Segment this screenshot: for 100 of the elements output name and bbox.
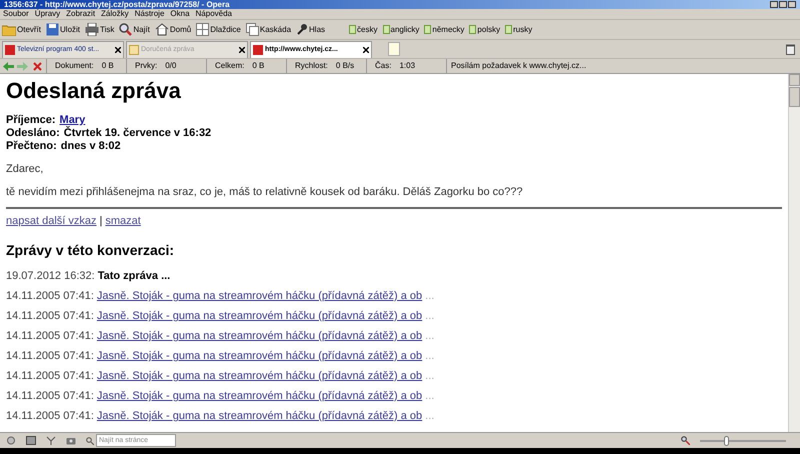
message-link[interactable]: Jasně. Stoják - guma na streamrovém háčku (přídavná zátěž) a ob bbox=[96, 290, 422, 303]
panel-icon[interactable] bbox=[6, 436, 16, 445]
zoom-slider[interactable] bbox=[700, 436, 786, 446]
progress-value: 0 B/s bbox=[336, 60, 354, 72]
message-link[interactable]: Jasně. Stoják - guma na streamrovém háčku (přídavná zátěž) a ob bbox=[96, 370, 422, 383]
section-heading: Zprávy v této konverzaci: bbox=[6, 241, 176, 260]
meta-value: Čtvrtek 19. července v 16:32 bbox=[64, 127, 212, 140]
stop-icon[interactable] bbox=[33, 62, 42, 70]
network-icon[interactable] bbox=[46, 436, 56, 445]
translate-button[interactable]: anglicky bbox=[382, 24, 420, 36]
message-text: tě nevidím mezi přihlášenejma na sraz, co je, máš to relativně kousek od baráku. Děláš Zagorku bo co??? bbox=[6, 186, 524, 199]
action-link[interactable]: smazat bbox=[105, 215, 141, 228]
ellipsis: ... bbox=[425, 390, 434, 403]
back-arrow-icon[interactable] bbox=[3, 62, 14, 70]
toolbar-button[interactable]: Najít bbox=[119, 23, 150, 36]
status-message: Posílám požadavek k www.chytej.cz... bbox=[446, 59, 590, 73]
progress-value: 0 B bbox=[252, 60, 264, 72]
ellipsis: ... bbox=[425, 330, 434, 343]
trash-icon[interactable] bbox=[786, 44, 795, 55]
ellipsis: ... bbox=[425, 310, 434, 323]
window-controls[interactable] bbox=[770, 1, 796, 8]
page-icon bbox=[129, 45, 139, 55]
message-date: 14.11.2005 07:41: bbox=[6, 410, 94, 423]
meta-label: Odesláno: bbox=[6, 127, 60, 140]
menu-item[interactable]: Soubor bbox=[3, 9, 29, 19]
message-date: 19.07.2012 16:32: bbox=[6, 270, 95, 283]
page-icon bbox=[253, 45, 263, 55]
camera-icon[interactable] bbox=[66, 436, 76, 445]
tiles-icon bbox=[196, 23, 210, 36]
scrollbar[interactable] bbox=[788, 74, 800, 432]
toolbar-button[interactable]: Tisk bbox=[85, 23, 114, 36]
meta-label: Přečteno: bbox=[6, 140, 57, 153]
search-icon bbox=[119, 23, 132, 36]
page-icon bbox=[382, 25, 390, 34]
zoom-icon bbox=[681, 436, 690, 445]
windows-icon bbox=[246, 23, 259, 36]
page-icon bbox=[5, 45, 15, 55]
menu-item[interactable]: Okna bbox=[170, 9, 190, 19]
ellipsis: ... bbox=[425, 410, 434, 423]
message-link[interactable]: Jasně. Stoják - guma na streamrovém háčku (přídavná zátěž) a ob bbox=[96, 390, 422, 403]
toolbar-button[interactable]: Hlas bbox=[296, 23, 326, 36]
printer-icon bbox=[85, 23, 100, 36]
progress-value: 0 B bbox=[102, 60, 114, 72]
action-link[interactable]: napsat další vzkaz bbox=[6, 215, 96, 228]
progress-value: 1:03 bbox=[399, 60, 416, 72]
message-date: 14.11.2005 07:41: bbox=[6, 310, 94, 323]
page-heading: Odeslaná zpráva bbox=[6, 78, 182, 104]
close-icon[interactable] bbox=[115, 47, 121, 53]
meta-value: dnes v 8:02 bbox=[60, 140, 121, 153]
message-text: Zdarec, bbox=[6, 163, 44, 176]
translate-button[interactable]: rusky bbox=[505, 24, 532, 36]
progress-label: Čas: bbox=[375, 60, 392, 72]
page-icon bbox=[349, 25, 356, 34]
page-icon bbox=[469, 25, 476, 34]
message-date: 14.11.2005 07:41: bbox=[6, 290, 94, 303]
toolbar-button[interactable]: Uložit bbox=[46, 23, 80, 36]
translate-button[interactable]: německy bbox=[424, 24, 464, 36]
folder-icon bbox=[2, 24, 16, 36]
message-link[interactable]: Jasně. Stoják - guma na streamrovém háčku (přídavná zátěž) a ob bbox=[96, 350, 422, 363]
page-icon bbox=[424, 25, 432, 34]
new-tab-icon[interactable] bbox=[388, 42, 400, 56]
progress-label: Rychlost: bbox=[295, 60, 328, 72]
search-icon bbox=[86, 436, 94, 444]
page-icon bbox=[505, 25, 512, 34]
close-icon[interactable] bbox=[363, 47, 369, 53]
meta-label: Příjemce: bbox=[6, 114, 56, 127]
menu-item[interactable]: Zobrazit bbox=[66, 9, 96, 19]
progress-label: Celkem: bbox=[215, 60, 244, 72]
menu-item[interactable]: Nástroje bbox=[134, 9, 164, 19]
ellipsis: ... bbox=[425, 350, 434, 363]
message-date: 14.11.2005 07:41: bbox=[6, 330, 94, 343]
close-icon[interactable] bbox=[239, 47, 245, 53]
toolbar-button[interactable]: Domů bbox=[154, 23, 192, 36]
progress-value: 0/0 bbox=[165, 60, 176, 72]
message-date: 14.11.2005 07:41: bbox=[6, 390, 94, 403]
menu-item[interactable]: Záložky bbox=[101, 9, 129, 19]
menu-item[interactable]: Úpravy bbox=[34, 9, 60, 19]
toolbar-button[interactable]: Dlaždice bbox=[196, 23, 241, 36]
slider-thumb[interactable] bbox=[724, 436, 729, 446]
microphone-icon bbox=[296, 23, 308, 36]
translate-button[interactable]: polsky bbox=[469, 24, 500, 36]
toolbar-button[interactable]: Kaskáda bbox=[246, 23, 292, 36]
recipient-link[interactable]: Mary bbox=[60, 114, 86, 127]
window-icon[interactable] bbox=[26, 436, 36, 445]
translate-button[interactable]: česky bbox=[349, 24, 378, 36]
separator: | bbox=[100, 215, 102, 228]
progress-label: Prvky: bbox=[135, 60, 158, 72]
ellipsis: ... bbox=[425, 290, 434, 303]
toolbar-button[interactable]: Otevřít bbox=[2, 24, 42, 36]
message-link[interactable]: Jasně. Stoják - guma na streamrovém háčku (přídavná zátěž) a ob bbox=[96, 410, 422, 423]
message-link[interactable]: Jasně. Stoják - guma na streamrovém háčku (přídavná zátěž) a ob bbox=[96, 330, 422, 343]
message-subject: Tato zpráva ... bbox=[98, 270, 170, 283]
message-date: 14.11.2005 07:41: bbox=[6, 370, 94, 383]
house-icon bbox=[154, 23, 169, 36]
window-title: 1356:637 - http://www.chytej.cz/posta/zprava/97258/ - Opera bbox=[4, 0, 231, 9]
progress-label: Dokument: bbox=[55, 60, 94, 72]
menu-item[interactable]: Nápověda bbox=[196, 9, 232, 19]
message-link[interactable]: Jasně. Stoják - guma na streamrovém háčku (přídavná zátěž) a ob bbox=[96, 310, 422, 323]
ellipsis: ... bbox=[425, 370, 434, 383]
message-date: 14.11.2005 07:41: bbox=[6, 350, 94, 363]
